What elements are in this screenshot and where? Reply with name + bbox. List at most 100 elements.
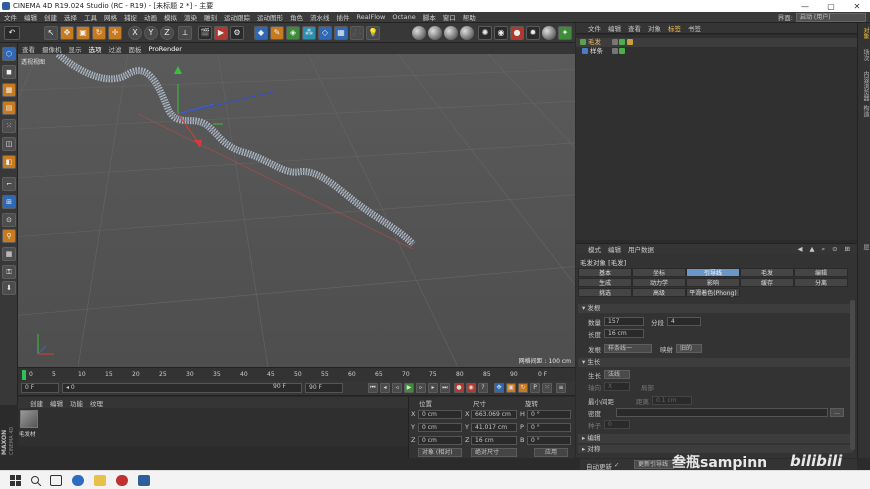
- tab-objects[interactable]: 对象: [861, 27, 870, 39]
- section-grow-header[interactable]: ▾ 生长: [578, 358, 853, 367]
- menu-script[interactable]: 脚本: [423, 12, 436, 22]
- octane-camera-icon[interactable]: ◉: [494, 26, 508, 40]
- menu-pipeline[interactable]: 流水线: [310, 12, 330, 22]
- tab-coordinates[interactable]: 坐标: [632, 268, 686, 277]
- undo-icon[interactable]: ↶: [4, 26, 20, 40]
- viewport-menu-display[interactable]: 显示: [69, 44, 82, 54]
- attribute-menu-edit[interactable]: 编辑: [608, 244, 621, 254]
- enabled-check-icon[interactable]: [619, 39, 625, 45]
- go-to-start-icon[interactable]: ⏮: [368, 383, 378, 393]
- octane-settings-icon[interactable]: ✺: [478, 26, 492, 40]
- timeline-ruler[interactable]: 0 5 10 15 20 25 30 35 40 45 50 55 60 65 …: [18, 367, 575, 381]
- tweak-mode-icon[interactable]: ⊞: [2, 195, 16, 209]
- go-to-end-icon[interactable]: ⏭: [440, 383, 450, 393]
- attribute-menu-userdata[interactable]: 用户数据: [628, 244, 654, 254]
- make-editable-icon[interactable]: ⬡: [2, 47, 16, 61]
- rotation-key-icon[interactable]: ↻: [518, 383, 528, 393]
- update-guides-button[interactable]: 更新引导线: [634, 460, 674, 469]
- octane-glossy-icon[interactable]: [444, 26, 458, 40]
- parameter-key-icon[interactable]: P: [530, 383, 540, 393]
- windows-start-icon[interactable]: [10, 475, 22, 486]
- object-row-hair[interactable]: 毛发: [576, 38, 857, 47]
- viewport-menu-options[interactable]: 选项: [89, 44, 102, 54]
- menu-tools[interactable]: 工具: [84, 12, 97, 22]
- tab-dynamics[interactable]: 动力学: [632, 278, 686, 287]
- visibility-toggle[interactable]: [612, 39, 618, 45]
- viewport-menu-prorender[interactable]: ProRender: [149, 45, 182, 53]
- menu-render[interactable]: 渲染: [184, 12, 197, 22]
- texture-mode-icon[interactable]: ▩: [2, 83, 16, 97]
- floor-icon[interactable]: ▦: [334, 26, 348, 40]
- download-icon[interactable]: ⬇: [2, 281, 16, 295]
- material-menu-function[interactable]: 功能: [70, 398, 83, 408]
- record-keys-icon[interactable]: ●: [454, 383, 464, 393]
- object-menu-bookmarks[interactable]: 书签: [688, 23, 701, 33]
- render-picture-viewer-icon[interactable]: ▶: [214, 26, 228, 40]
- search-icon[interactable]: ⌕: [821, 245, 825, 254]
- count-field[interactable]: 157: [604, 317, 644, 326]
- lock-icon[interactable]: ⊙: [832, 245, 837, 253]
- octane-material-icon[interactable]: [428, 26, 442, 40]
- menu-animate[interactable]: 动画: [144, 12, 157, 22]
- menu-mograph[interactable]: 运动图形: [257, 12, 283, 22]
- next-key-icon[interactable]: ▸: [428, 383, 438, 393]
- z-axis-lock-button[interactable]: Z: [160, 26, 174, 40]
- position-x-field[interactable]: 0 cm: [418, 410, 462, 419]
- render-settings-icon[interactable]: ⚙: [230, 26, 244, 40]
- octane-render-icon[interactable]: ●: [510, 26, 524, 40]
- viewport-menu-filter[interactable]: 过滤: [109, 44, 122, 54]
- menu-character[interactable]: 角色: [290, 12, 303, 22]
- object-menu-edit[interactable]: 编辑: [608, 23, 621, 33]
- section-edit-header[interactable]: ▸ 编辑: [578, 434, 853, 443]
- viewport-menu-view[interactable]: 查看: [22, 44, 35, 54]
- object-row-spline[interactable]: 样条: [576, 47, 857, 56]
- menu-file[interactable]: 文件: [4, 12, 17, 22]
- tab-layers[interactable]: 层: [861, 244, 870, 250]
- edges-mode-icon[interactable]: ◫: [2, 137, 16, 151]
- snap-icon[interactable]: ⚲: [2, 229, 16, 243]
- menu-create[interactable]: 创建: [44, 12, 57, 22]
- move-tool-icon[interactable]: ✥: [60, 26, 74, 40]
- octane-live-viewer-icon[interactable]: [412, 26, 426, 40]
- menu-help[interactable]: 帮助: [463, 12, 476, 22]
- autokey-icon[interactable]: ◉: [466, 383, 476, 393]
- tab-hairs[interactable]: 毛发: [740, 268, 794, 277]
- tab-cache[interactable]: 缓存: [740, 278, 794, 287]
- new-window-icon[interactable]: ⊞: [845, 245, 850, 253]
- root-select[interactable]: 样条线一: [604, 344, 652, 353]
- object-name-hair[interactable]: 毛发: [588, 38, 601, 47]
- menu-mesh[interactable]: 网格: [104, 12, 117, 22]
- pen-spline-icon[interactable]: ✎: [270, 26, 284, 40]
- scale-key-icon[interactable]: ▣: [506, 383, 516, 393]
- apply-button[interactable]: 应用: [534, 448, 568, 457]
- object-menu-tags[interactable]: 标签: [668, 23, 681, 33]
- lock-workplane-icon[interactable]: ▦: [2, 247, 16, 261]
- menu-motion-tracking[interactable]: 运动跟踪: [224, 12, 250, 22]
- position-y-field[interactable]: 0 cm: [418, 423, 462, 432]
- menu-snap[interactable]: 捕捉: [124, 12, 137, 22]
- mapping-select[interactable]: 旧的: [676, 344, 702, 353]
- menu-edit[interactable]: 编辑: [24, 12, 37, 22]
- previous-key-icon[interactable]: ◂: [380, 383, 390, 393]
- menu-octane[interactable]: Octane: [392, 13, 415, 21]
- start-frame-field[interactable]: 0 F: [21, 383, 59, 393]
- time-cursor[interactable]: [22, 370, 26, 380]
- perspective-viewport[interactable]: 透视视图 网格间距 : 100 cm: [18, 54, 575, 367]
- camera-icon[interactable]: 🎥: [350, 26, 364, 40]
- close-button[interactable]: ✕: [844, 2, 870, 11]
- size-x-field[interactable]: 663.069 cm: [471, 410, 517, 419]
- rotation-h-field[interactable]: 0 °: [527, 410, 571, 419]
- end-frame-field[interactable]: 90 F: [305, 383, 343, 393]
- octane-specular-icon[interactable]: [460, 26, 474, 40]
- file-explorer-icon[interactable]: [94, 475, 106, 486]
- position-z-field[interactable]: 0 cm: [418, 436, 462, 445]
- coordinate-system-icon[interactable]: ⟂: [178, 26, 192, 40]
- tab-structure[interactable]: 构造: [861, 105, 870, 117]
- octane-env-icon[interactable]: [542, 26, 556, 40]
- position-key-icon[interactable]: ✥: [494, 383, 504, 393]
- enabled-check-icon[interactable]: [619, 48, 625, 54]
- size-z-field[interactable]: 16 cm: [471, 436, 517, 445]
- density-field[interactable]: [616, 408, 828, 417]
- cinema4d-taskbar-icon[interactable]: [138, 475, 150, 486]
- play-icon[interactable]: ▶: [404, 383, 414, 393]
